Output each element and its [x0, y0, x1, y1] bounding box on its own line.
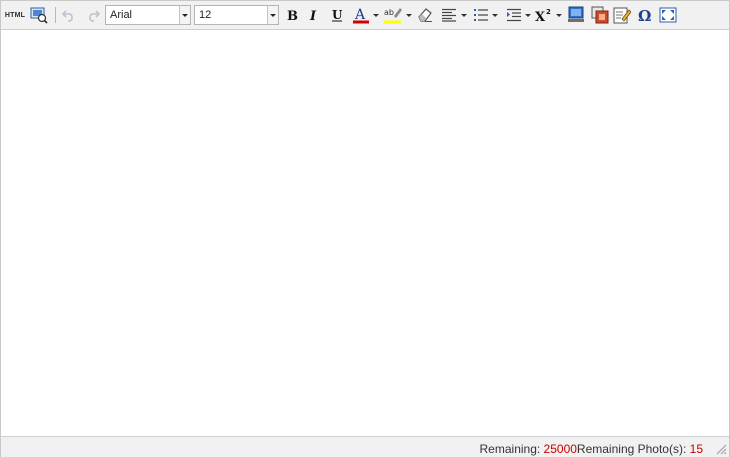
- clear-format-button[interactable]: [415, 5, 435, 25]
- align-button[interactable]: [438, 5, 460, 25]
- fullscreen-button[interactable]: [658, 5, 678, 25]
- font-color-icon: A: [353, 7, 369, 24]
- remaining-label: Remaining:: [479, 442, 544, 456]
- italic-icon: I: [309, 9, 317, 22]
- preview-button[interactable]: [29, 5, 49, 25]
- underline-icon: U: [332, 8, 343, 22]
- superscript-dropdown-icon[interactable]: [556, 14, 562, 17]
- list-button[interactable]: [471, 5, 491, 25]
- source-html-icon: HTML: [4, 11, 26, 19]
- font-family-value: Arial: [110, 9, 133, 21]
- list-dropdown-icon[interactable]: [492, 14, 498, 17]
- preview-icon: [30, 7, 48, 24]
- indent-dropdown-icon[interactable]: [525, 14, 531, 17]
- indent-button[interactable]: [504, 5, 524, 25]
- superscript-icon: X 2: [535, 8, 551, 23]
- svg-text:ab: ab: [384, 8, 394, 17]
- redo-button[interactable]: [84, 5, 102, 25]
- align-dropdown-icon[interactable]: [461, 14, 467, 17]
- rich-text-editor: HTML Arial 12 B I U A ab X 2 Ω Remaining…: [0, 0, 730, 457]
- fullscreen-icon: [659, 7, 677, 23]
- editor-toolbar: HTML Arial 12 B I U A ab X 2 Ω: [1, 1, 729, 30]
- svg-text:I: I: [309, 9, 317, 22]
- status-bar: Remaining: 25000Remaining Photo(s): 15: [1, 436, 729, 457]
- indent-icon: [507, 8, 521, 22]
- list-icon: [474, 9, 488, 21]
- highlight-color-button[interactable]: ab: [382, 5, 404, 25]
- align-icon: [442, 8, 456, 22]
- font-color-button[interactable]: A: [351, 5, 371, 25]
- font-color-dropdown-icon[interactable]: [373, 14, 379, 17]
- special-char-icon: Ω: [638, 7, 651, 24]
- edit-icon: [613, 7, 631, 24]
- font-size-select[interactable]: 12: [194, 5, 279, 25]
- font-size-value: 12: [199, 9, 212, 21]
- svg-text:Ω: Ω: [638, 7, 651, 24]
- bold-button[interactable]: B: [283, 5, 301, 25]
- chevron-down-icon: [179, 6, 190, 24]
- resize-grip-icon[interactable]: [716, 444, 727, 455]
- special-char-button[interactable]: Ω: [635, 5, 655, 25]
- italic-button[interactable]: I: [305, 5, 323, 25]
- highlight-color-icon: ab: [384, 8, 402, 24]
- bold-icon: B: [287, 9, 298, 22]
- insert-media-icon: [591, 6, 609, 24]
- svg-text:B: B: [287, 9, 298, 22]
- superscript-button[interactable]: X 2: [534, 5, 554, 25]
- remaining-value: 25000: [543, 442, 577, 456]
- eraser-icon: [418, 8, 432, 22]
- svg-text:X: X: [535, 10, 546, 23]
- insert-media-button[interactable]: [590, 5, 610, 25]
- undo-button[interactable]: [60, 5, 78, 25]
- status-counters: Remaining: 25000Remaining Photo(s): 15: [480, 442, 703, 456]
- redo-icon: [89, 10, 100, 22]
- insert-image-icon: [568, 6, 584, 22]
- undo-icon: [62, 10, 73, 22]
- editor-content-area[interactable]: [1, 30, 729, 435]
- underline-button[interactable]: U: [328, 5, 346, 25]
- insert-image-button[interactable]: [566, 5, 586, 25]
- font-family-select[interactable]: Arial: [105, 5, 191, 25]
- source-html-button[interactable]: HTML: [4, 5, 26, 25]
- photos-value: 15: [689, 442, 703, 456]
- photos-label: Remaining Photo(s):: [576, 442, 690, 456]
- chevron-down-icon: [267, 6, 278, 24]
- svg-text:U: U: [332, 8, 343, 22]
- highlight-dropdown-icon[interactable]: [406, 14, 412, 17]
- svg-text:2: 2: [546, 8, 551, 16]
- edit-button[interactable]: [612, 5, 632, 25]
- toolbar-separator: [55, 7, 56, 23]
